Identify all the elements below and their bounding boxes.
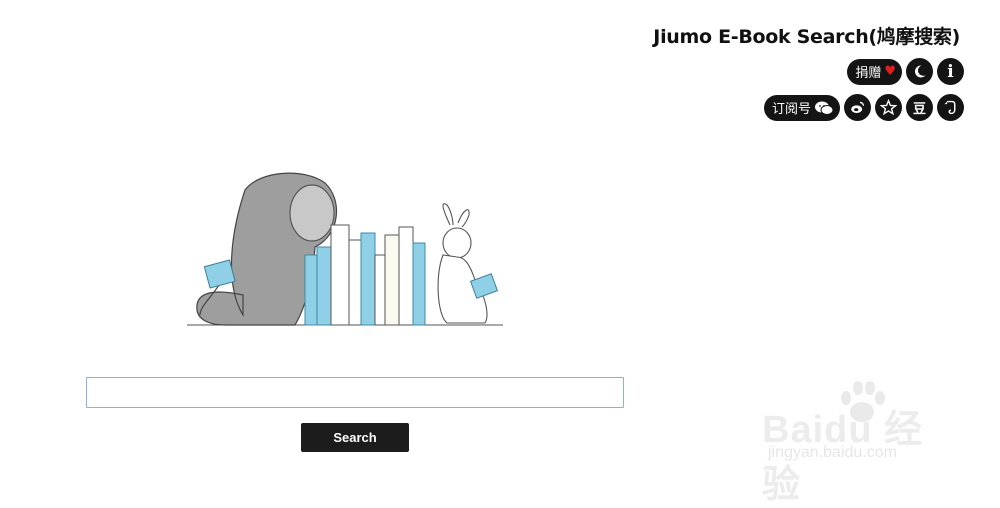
- star-icon: [880, 99, 897, 116]
- site-title: Jiumo E-Book Search(鸠摩搜索): [653, 26, 960, 48]
- donate-button[interactable]: 捐赠 ♥: [847, 58, 902, 85]
- douban-button[interactable]: 豆: [906, 94, 933, 121]
- baidu-jingyan-watermark: Baidu 经验 jingyan.baidu.com: [762, 378, 952, 506]
- subscribe-button[interactable]: 订阅号: [763, 94, 840, 121]
- weibo-button[interactable]: [844, 94, 871, 121]
- info-icon: i: [947, 61, 954, 82]
- rabbit: [437, 203, 488, 324]
- subscribe-label: 订阅号: [771, 102, 811, 117]
- search-input[interactable]: [86, 377, 624, 408]
- favorite-button[interactable]: [875, 94, 902, 121]
- weibo-icon: [851, 101, 865, 114]
- wechat-icon: [815, 101, 834, 115]
- donate-label: 捐赠: [855, 66, 882, 81]
- evernote-icon: [944, 100, 956, 115]
- moon-icon: [914, 65, 926, 78]
- search-button[interactable]: Search: [301, 423, 409, 452]
- reading-animals-illustration: [187, 172, 503, 326]
- theme-toggle-button[interactable]: [906, 58, 933, 85]
- evernote-button[interactable]: [937, 94, 964, 121]
- douban-icon: 豆: [912, 102, 926, 117]
- heart-icon: ♥: [884, 64, 896, 79]
- social-actions: 订阅号 豆: [763, 94, 964, 121]
- top-actions: 捐赠 ♥ i: [847, 58, 964, 85]
- watermark-sub: jingyan.baidu.com: [768, 444, 897, 461]
- elephant-book: [203, 259, 236, 289]
- info-button[interactable]: i: [937, 58, 964, 85]
